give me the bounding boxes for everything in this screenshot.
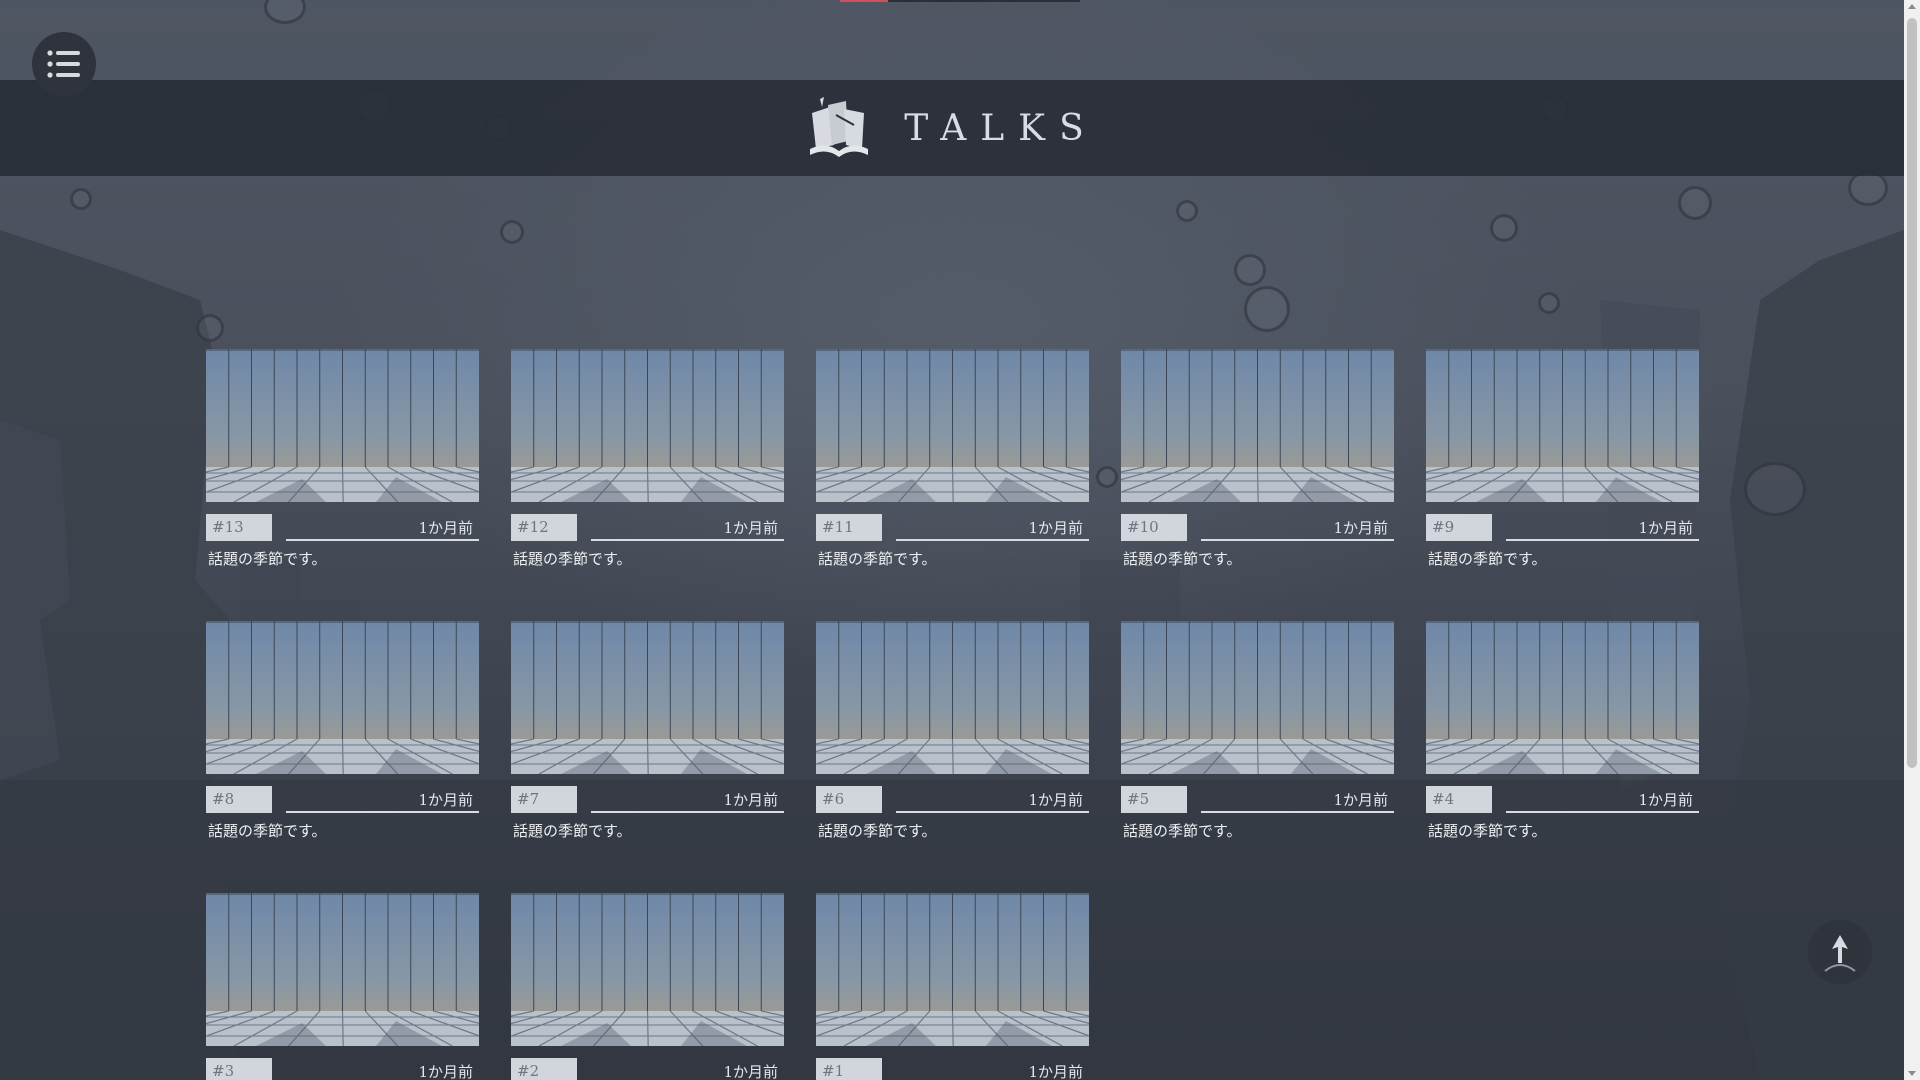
talk-date: 1か月前: [723, 791, 778, 809]
talk-card[interactable]: #3 1か月前: [206, 893, 479, 1080]
talk-meta: #9 1か月前: [1426, 514, 1699, 544]
talk-date-underline: [1201, 811, 1394, 813]
talk-meta: #10 1か月前: [1121, 514, 1394, 544]
talk-number-badge: #1: [816, 1058, 882, 1080]
talk-caption: 話題の季節です。: [1123, 822, 1242, 840]
talk-caption: 話題の季節です。: [818, 550, 937, 568]
talk-date: 1か月前: [1333, 519, 1388, 537]
talk-meta: #4 1か月前: [1426, 786, 1699, 816]
talk-number-badge: #3: [206, 1058, 272, 1080]
menu-button[interactable]: [32, 32, 96, 96]
talk-thumbnail[interactable]: [206, 893, 479, 1046]
scroll-to-top-button[interactable]: [1808, 920, 1872, 984]
talk-meta: #3 1か月前: [206, 1058, 479, 1080]
talk-meta: #7 1か月前: [511, 786, 784, 816]
talk-meta: #6 1か月前: [816, 786, 1089, 816]
talk-card[interactable]: #12 1か月前話題の季節です。: [511, 349, 784, 568]
scroll-up-arrow-icon[interactable]: [1908, 4, 1916, 9]
talk-number-badge: #12: [511, 514, 577, 541]
talk-card[interactable]: #2 1か月前: [511, 893, 784, 1080]
talk-date-underline: [1506, 539, 1699, 541]
talk-caption: 話題の季節です。: [1123, 550, 1242, 568]
talk-number-badge: #7: [511, 786, 577, 813]
talk-date-underline: [286, 811, 479, 813]
talk-date: 1か月前: [1638, 519, 1693, 537]
page-header: TALKS: [0, 80, 1904, 176]
talk-date-underline: [896, 811, 1089, 813]
talk-meta: #5 1か月前: [1121, 786, 1394, 816]
talk-date: 1か月前: [1333, 791, 1388, 809]
talk-thumbnail[interactable]: [511, 349, 784, 502]
talk-date: 1か月前: [418, 791, 473, 809]
talk-thumbnail[interactable]: [1426, 621, 1699, 774]
talk-number-badge: #4: [1426, 786, 1492, 813]
talk-card[interactable]: #1 1か月前: [816, 893, 1089, 1080]
talk-card[interactable]: #11 1か月前話題の季節です。: [816, 349, 1089, 568]
talk-caption: 話題の季節です。: [513, 550, 632, 568]
talk-date-underline: [1201, 539, 1394, 541]
talk-meta: #2 1か月前: [511, 1058, 784, 1080]
talks-grid: #13 1か月前 話題の季節です。 #12 1か月前 話題の季節です。 #11 1か月前 話題の…: [206, 349, 1699, 1080]
talk-thumbnail[interactable]: [1426, 349, 1699, 502]
talk-number-badge: #10: [1121, 514, 1187, 541]
talk-date: 1か月前: [723, 1063, 778, 1080]
scroll-down-arrow-icon[interactable]: [1908, 1071, 1916, 1076]
talk-number-badge: #13: [206, 514, 272, 541]
talk-meta: #8 1か月前: [206, 786, 479, 816]
talk-thumbnail[interactable]: [206, 349, 479, 502]
talk-card[interactable]: #9 1か月前話題の季節です。: [1426, 349, 1699, 568]
talk-date: 1か月前: [418, 519, 473, 537]
talk-number-badge: #6: [816, 786, 882, 813]
arrow-up-icon: [1824, 935, 1856, 972]
talk-number-badge: #11: [816, 514, 882, 541]
talk-meta: #12 1か月前: [511, 514, 784, 544]
talk-caption: 話題の季節です。: [513, 822, 632, 840]
talk-date-underline: [591, 811, 784, 813]
talk-date: 1か月前: [1028, 791, 1083, 809]
talk-caption: 話題の季節です。: [1428, 822, 1547, 840]
talk-thumbnail[interactable]: [511, 621, 784, 774]
loading-progress-fill: [840, 0, 888, 2]
list-icon: [47, 50, 80, 78]
talk-card[interactable]: #5 1か月前話題の季節です。: [1121, 621, 1394, 840]
talk-card[interactable]: #10 1か月前話題の季節です。: [1121, 349, 1394, 568]
talk-thumbnail[interactable]: [511, 893, 784, 1046]
scrollbar-thumb[interactable]: [1907, 18, 1917, 768]
talk-number-badge: #5: [1121, 786, 1187, 813]
talk-card[interactable]: #6 1か月前話題の季節です。: [816, 621, 1089, 840]
talk-card[interactable]: #13 1か月前話題の季節です。: [206, 349, 479, 568]
talk-card[interactable]: #8 1か月前話題の季節です。: [206, 621, 479, 840]
talk-thumbnail[interactable]: [206, 621, 479, 774]
talk-date-underline: [1506, 811, 1699, 813]
talk-meta: #1 1か月前: [816, 1058, 1089, 1080]
talk-caption: 話題の季節です。: [818, 822, 937, 840]
talk-card[interactable]: #7 1か月前話題の季節です。: [511, 621, 784, 840]
talk-date-underline: [896, 539, 1089, 541]
talk-caption: 話題の季節です。: [1428, 550, 1547, 568]
page-title: TALKS: [904, 107, 1098, 149]
talk-number-badge: #2: [511, 1058, 577, 1080]
talk-meta: #11 1か月前: [816, 514, 1089, 544]
talk-caption: 話題の季節です。: [208, 550, 327, 568]
talk-meta: #13 1か月前: [206, 514, 479, 544]
talk-date: 1か月前: [418, 1063, 473, 1080]
talk-thumbnail[interactable]: [1121, 621, 1394, 774]
talk-date: 1か月前: [1028, 1063, 1083, 1080]
talk-date-underline: [286, 539, 479, 541]
talk-thumbnail[interactable]: [816, 349, 1089, 502]
loading-progress-bar: [840, 0, 1080, 2]
talk-date: 1か月前: [1028, 519, 1083, 537]
books-icon: [810, 97, 869, 157]
talk-thumbnail[interactable]: [816, 621, 1089, 774]
talk-date-underline: [591, 539, 784, 541]
page-scrollbar[interactable]: [1904, 0, 1920, 1080]
talk-date: 1か月前: [723, 519, 778, 537]
talk-card[interactable]: #4 1か月前話題の季節です。: [1426, 621, 1699, 840]
talk-thumbnail[interactable]: [816, 893, 1089, 1046]
talk-caption: 話題の季節です。: [208, 822, 327, 840]
talk-number-badge: #9: [1426, 514, 1492, 541]
talk-date: 1か月前: [1638, 791, 1693, 809]
talk-thumbnail[interactable]: [1121, 349, 1394, 502]
talk-number-badge: #8: [206, 786, 272, 813]
